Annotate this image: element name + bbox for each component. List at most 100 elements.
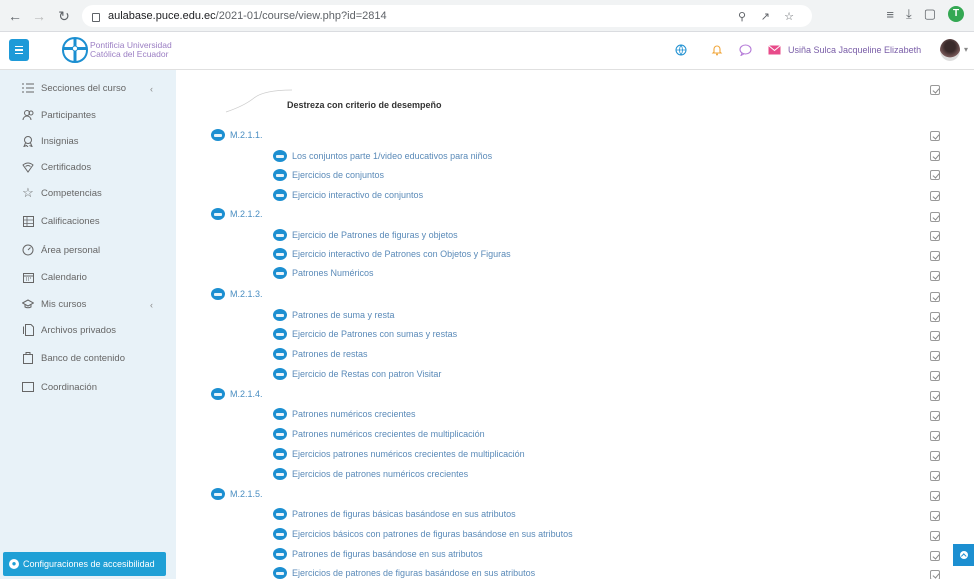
arrow-up-icon <box>959 551 968 559</box>
sidebar-item-label: Banco de contenido <box>41 352 125 364</box>
completion-checkbox[interactable] <box>930 292 940 302</box>
activity-link[interactable]: Patrones de figuras básicas basándose en… <box>273 505 516 523</box>
mail-icon[interactable] <box>768 45 781 55</box>
sidebar-item-label: Secciones del curso <box>41 82 127 94</box>
activity-link[interactable]: Patrones de restas <box>273 345 368 363</box>
page-icon <box>211 208 225 220</box>
section-code-row[interactable]: M.2.1.3. <box>211 285 263 303</box>
section-code-row[interactable]: M.2.1.5. <box>211 485 263 503</box>
page-icon <box>273 468 287 480</box>
activity-link[interactable]: Patrones de figuras basándose en sus atr… <box>273 545 483 563</box>
completion-checkbox[interactable] <box>930 271 940 281</box>
download-icon[interactable]: ⤓ <box>906 6 912 22</box>
activity-link[interactable]: Ejercicios de patrones de figuras basánd… <box>273 564 535 579</box>
completion-checkbox[interactable] <box>930 551 940 561</box>
sidebar-item-area-personal[interactable]: Área personal <box>22 240 100 260</box>
activity-link[interactable]: Ejercicio de Patrones con sumas y restas <box>273 325 457 343</box>
completion-checkbox[interactable] <box>930 331 940 341</box>
completion-checkbox[interactable] <box>930 251 940 261</box>
sidebar-item-calendario[interactable]: Calendario <box>22 267 87 287</box>
activity-link[interactable]: Patrones numéricos crecientes <box>273 405 416 423</box>
activity-link[interactable]: Ejercicio interactivo de Patrones con Ob… <box>273 245 511 263</box>
profile-avatar[interactable]: T <box>948 6 964 22</box>
chevron-down-icon[interactable]: ▾ <box>964 45 968 54</box>
activity-link[interactable]: Ejercicio interactivo de conjuntos <box>273 186 423 204</box>
chevron-left-icon[interactable]: ‹ <box>150 84 153 94</box>
completion-checkbox[interactable] <box>930 471 940 481</box>
completion-checkbox[interactable] <box>930 151 940 161</box>
completion-checkbox[interactable] <box>930 491 940 501</box>
address-bar[interactable]: aulabase.puce.edu.ec/2021-01/course/view… <box>82 5 812 27</box>
file-icon <box>22 324 34 336</box>
zoom-icon[interactable]: ⚲ <box>738 10 746 23</box>
completion-checkbox[interactable] <box>930 351 940 361</box>
activity-link[interactable]: Ejercicio de Patrones de figuras y objet… <box>273 226 458 244</box>
completion-checkbox[interactable] <box>930 212 940 222</box>
sidebar-item-mis-cursos[interactable]: Mis cursos <box>22 294 86 314</box>
activity-link[interactable]: Ejercicios de conjuntos <box>273 166 384 184</box>
forward-icon[interactable]: → <box>28 8 50 24</box>
sidebar-item-certificados[interactable]: Certificados <box>22 157 91 177</box>
completion-checkbox[interactable] <box>930 131 940 141</box>
reload-icon[interactable]: ↻ <box>53 8 75 25</box>
chat-bubble-icon[interactable] <box>739 44 752 56</box>
activity-link[interactable]: Ejercicios básicos con patrones de figur… <box>273 525 573 543</box>
completion-checkbox[interactable] <box>930 231 940 241</box>
section-code-row[interactable]: M.2.1.1. <box>211 126 263 144</box>
sidebar-item-archivos-privados[interactable]: Archivos privados <box>22 320 116 340</box>
activity-link[interactable]: Patrones Numéricos <box>273 264 374 282</box>
activity-link[interactable]: Ejercicio de Restas con patron Visitar <box>273 365 441 383</box>
bookmark-star-icon[interactable]: ☆ <box>784 10 794 23</box>
back-icon[interactable]: ← <box>4 8 26 24</box>
sidebar-item-insignias[interactable]: Insignias <box>22 131 79 151</box>
completion-checkbox[interactable] <box>930 85 940 95</box>
completion-checkbox[interactable] <box>930 391 940 401</box>
completion-checkbox[interactable] <box>930 570 940 579</box>
share-icon[interactable]: ↗ <box>761 10 770 23</box>
activity-link[interactable]: Ejercicios patrones numéricos crecientes… <box>273 445 525 463</box>
tab-window-icon[interactable]: ▢ <box>924 6 936 22</box>
language-globe-icon[interactable] <box>675 44 687 56</box>
completion-checkbox[interactable] <box>930 411 940 421</box>
page-icon <box>211 288 225 300</box>
activity-link[interactable]: Los conjuntos parte 1/video educativos p… <box>273 147 492 165</box>
activity-link[interactable]: Ejercicios de patrones numéricos crecien… <box>273 465 468 483</box>
accessibility-settings-button[interactable]: ● Configuraciones de accesibilidad <box>3 552 166 576</box>
page-icon <box>273 328 287 340</box>
completion-checkbox[interactable] <box>930 511 940 521</box>
activity-link[interactable]: Patrones numéricos crecientes de multipl… <box>273 425 485 443</box>
chevron-left-icon[interactable]: ‹ <box>150 300 153 310</box>
completion-checkbox[interactable] <box>930 431 940 441</box>
back-to-top-button[interactable] <box>953 544 974 566</box>
completion-checkbox[interactable] <box>930 531 940 541</box>
university-logo-icon[interactable] <box>60 36 90 64</box>
sidebar-item-secciones[interactable]: Secciones del curso <box>22 78 126 98</box>
url-path: /2021-01/course/view.php?id=2814 <box>215 10 387 22</box>
calendar-icon <box>22 271 34 283</box>
section-code: M.2.1.2. <box>230 209 263 219</box>
accessibility-icon: ● <box>9 559 19 569</box>
page-icon <box>273 448 287 460</box>
section-code-row[interactable]: M.2.1.2. <box>211 205 263 223</box>
sidebar-item-competencias[interactable]: ☆ Competencias <box>22 183 102 203</box>
reading-list-icon[interactable]: ≡ <box>886 7 894 22</box>
sidebar-item-label: Participantes <box>41 109 96 121</box>
dashboard-icon <box>22 244 34 256</box>
sidebar-item-calificaciones[interactable]: Calificaciones <box>22 211 100 231</box>
completion-checkbox[interactable] <box>930 170 940 180</box>
section-code-row[interactable]: M.2.1.4. <box>211 385 263 403</box>
user-avatar[interactable] <box>940 39 960 61</box>
user-name[interactable]: Usiña Sulca Jacqueline Elizabeth <box>788 45 921 55</box>
sidebar-item-participantes[interactable]: Participantes <box>22 105 96 125</box>
notification-bell-icon[interactable] <box>711 44 723 56</box>
completion-checkbox[interactable] <box>930 191 940 201</box>
activity-link[interactable]: Patrones de suma y resta <box>273 306 395 324</box>
completion-checkbox[interactable] <box>930 312 940 322</box>
completion-checkbox[interactable] <box>930 371 940 381</box>
completion-checkbox[interactable] <box>930 451 940 461</box>
menu-toggle-button[interactable] <box>9 39 29 61</box>
sidebar-item-coordinacion[interactable]: Coordinación <box>22 377 97 397</box>
page-icon <box>273 309 287 321</box>
sidebar-item-banco-contenido[interactable]: Banco de contenido <box>22 348 125 368</box>
sidebar-item-label: Calendario <box>41 271 87 283</box>
